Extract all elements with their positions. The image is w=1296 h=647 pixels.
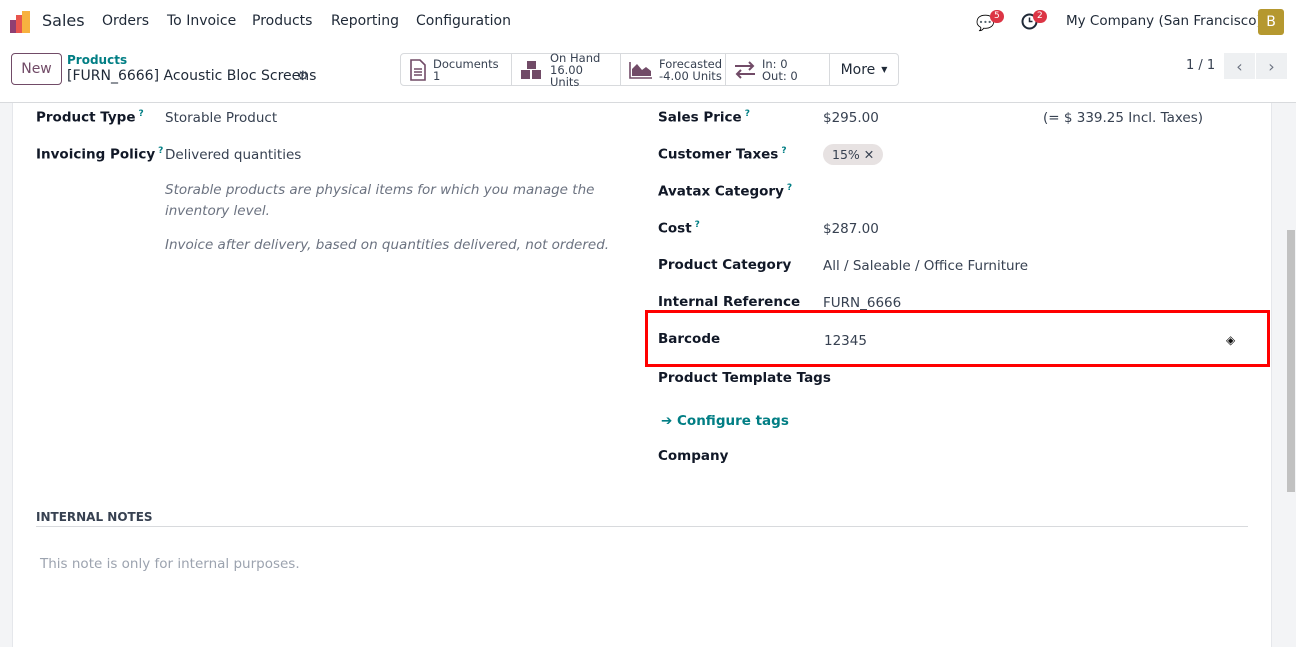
more-label: More xyxy=(840,61,876,78)
product-category-label: Product Category xyxy=(658,257,792,273)
on-hand-value: 16.00 Units xyxy=(550,62,583,89)
eye-slash-icon[interactable]: ◈ xyxy=(1226,333,1235,347)
breadcrumb-products[interactable]: Products xyxy=(67,53,127,67)
documents-value: 1 xyxy=(433,68,441,83)
customer-taxes-label: Customer Taxes? xyxy=(658,146,787,163)
in-out-button[interactable]: In: 0 Out: 0 xyxy=(726,54,830,85)
pager-value[interactable]: 1 / 1 xyxy=(1186,58,1215,73)
document-icon xyxy=(410,58,426,81)
product-type-help: Storable products are physical items for… xyxy=(165,182,595,219)
smart-buttons: Documents 1 On Hand 16.00 Units Forecasted… xyxy=(400,50,899,89)
menu-to-invoice[interactable]: To Invoice xyxy=(167,13,236,29)
avatax-category-label: Avatax Category? xyxy=(658,183,793,200)
sales-price-field[interactable]: $295.00 xyxy=(823,110,879,126)
cost-field[interactable]: $287.00 xyxy=(823,221,879,237)
cubes-icon xyxy=(521,60,541,79)
invoicing-policy-label: Invoicing Policy? xyxy=(36,146,164,163)
documents-button[interactable]: Documents 1 xyxy=(401,54,512,85)
arrow-right-icon: ➔ xyxy=(661,413,673,429)
chevron-left-icon: ‹ xyxy=(1236,56,1243,76)
area-chart-icon xyxy=(629,61,652,79)
barcode-highlight xyxy=(645,310,1270,367)
company-switcher[interactable]: My Company (San Francisco) xyxy=(1066,13,1262,29)
on-hand-label: On Hand xyxy=(550,50,601,65)
top-navbar: Sales Orders To Invoice Products Reporti… xyxy=(0,0,1296,43)
forecasted-button[interactable]: Forecasted -4.00 Units xyxy=(621,54,726,85)
barcode-label: Barcode xyxy=(658,331,721,347)
sales-price-label: Sales Price? xyxy=(658,109,750,126)
chevron-right-icon: › xyxy=(1268,56,1275,76)
user-avatar[interactable]: B xyxy=(1258,9,1284,35)
pager-previous-button[interactable]: ‹ xyxy=(1224,53,1255,79)
barcode-field[interactable]: 12345 xyxy=(824,333,867,349)
exchange-icon xyxy=(735,60,755,79)
more-dropdown[interactable]: More ▼ xyxy=(830,54,898,85)
activities-badge: 2 xyxy=(1033,10,1047,23)
forecasted-label: Forecasted xyxy=(659,56,723,71)
messages-badge: 5 xyxy=(990,10,1004,23)
remove-tag-icon[interactable]: ✕ xyxy=(864,147,874,162)
control-panel: New Products [FURN_6666] Acoustic Bloc S… xyxy=(0,43,1296,103)
on-hand-button[interactable]: On Hand 16.00 Units xyxy=(512,50,621,89)
app-name[interactable]: Sales xyxy=(42,11,85,30)
record-title: [FURN_6666] Acoustic Bloc Screens xyxy=(67,68,317,84)
menu-products[interactable]: Products xyxy=(252,13,312,29)
pager-next-button[interactable]: › xyxy=(1256,53,1287,79)
menu-configuration[interactable]: Configuration xyxy=(416,13,511,29)
internal-reference-field[interactable]: FURN_6666 xyxy=(823,295,901,311)
menu-reporting[interactable]: Reporting xyxy=(331,13,399,29)
product-template-tags-label: Product Template Tags xyxy=(658,370,831,386)
menu-orders[interactable]: Orders xyxy=(102,13,149,29)
product-category-field[interactable]: All / Saleable / Office Furniture xyxy=(823,258,1028,274)
product-type-label: Product Type? xyxy=(36,109,144,126)
internal-notes-input[interactable]: This note is only for internal purposes. xyxy=(40,556,300,572)
price-incl-taxes: (= $ 339.25 Incl. Taxes) xyxy=(1043,110,1204,126)
internal-notes-heading: INTERNAL NOTES xyxy=(36,510,153,524)
in-value: In: 0 xyxy=(762,56,788,71)
product-type-field[interactable]: Storable Product xyxy=(165,110,277,126)
app-logo-icon[interactable] xyxy=(10,11,32,33)
invoicing-policy-field[interactable]: Delivered quantities xyxy=(165,147,301,163)
configure-tags-link[interactable]: ➔ Configure tags xyxy=(661,413,789,429)
scrollbar[interactable] xyxy=(1287,230,1295,492)
new-button[interactable]: New xyxy=(11,53,62,85)
cost-label: Cost? xyxy=(658,220,700,237)
notes-divider xyxy=(36,526,1248,527)
caret-down-icon: ▼ xyxy=(881,64,888,74)
gear-icon[interactable]: ⚙ xyxy=(297,69,309,84)
tax-tag: 15% ✕ xyxy=(823,144,884,165)
documents-label: Documents xyxy=(433,56,499,71)
company-label: Company xyxy=(658,448,729,464)
internal-reference-label: Internal Reference xyxy=(658,294,801,310)
out-value: Out: 0 xyxy=(762,68,798,83)
forecasted-value: -4.00 Units xyxy=(659,68,722,83)
invoicing-policy-help: Invoice after delivery, based on quantit… xyxy=(165,237,610,253)
